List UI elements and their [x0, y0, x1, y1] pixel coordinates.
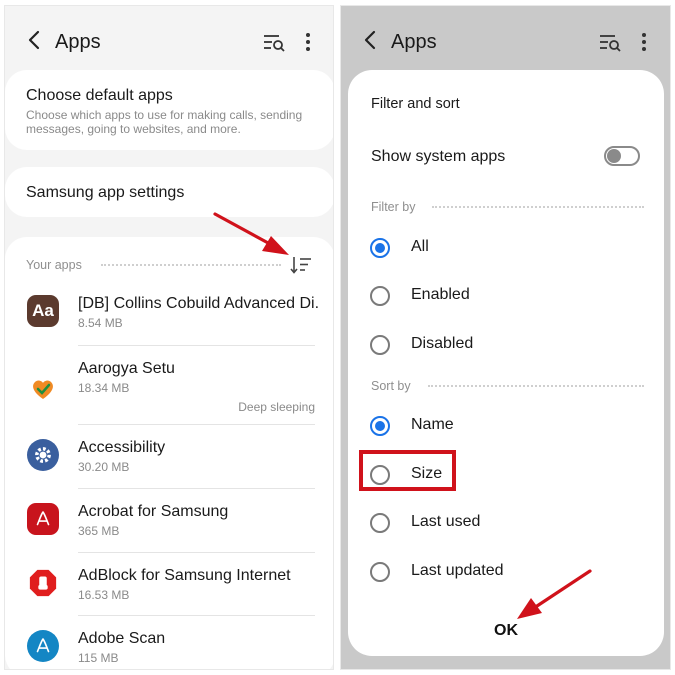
row-divider — [78, 615, 315, 616]
radio-unselected-icon — [370, 562, 390, 582]
list-item[interactable]: AdBlock for Samsung Internet 16.53 MB — [5, 567, 333, 629]
filter-option-disabled[interactable]: Disabled — [348, 325, 664, 365]
sort-option-label: Last used — [411, 513, 481, 530]
accessibility-gear-icon — [27, 439, 59, 471]
screenshot-frame: Apps Choose default apps Choose which ap… — [0, 0, 675, 675]
filter-sort-dialog: Filter and sort Show system apps Filter … — [348, 70, 664, 656]
adblock-hand-icon — [27, 567, 59, 599]
app-size: 16.53 MB — [78, 588, 130, 602]
radio-unselected-icon — [370, 286, 390, 306]
default-apps-subtitle: Choose which apps to use for making call… — [26, 108, 303, 136]
radio-selected-icon — [370, 416, 390, 436]
app-size: 365 MB — [78, 524, 120, 538]
sort-option-last-used[interactable]: Last used — [348, 503, 664, 543]
back-arrow-icon[interactable] — [359, 28, 383, 52]
highlight-box — [359, 450, 456, 491]
row-divider — [78, 552, 315, 553]
page-title: Apps — [55, 31, 101, 53]
app-name: [DB] Collins Cobuild Advanced Di... — [78, 295, 320, 312]
sort-option-label: Last updated — [411, 562, 504, 579]
list-item[interactable]: Aarogya Setu 18.34 MB Deep sleeping — [5, 360, 333, 422]
app-size: 115 MB — [78, 651, 119, 665]
toggle-knob — [607, 149, 621, 163]
app-name: AdBlock for Samsung Internet — [78, 567, 291, 584]
list-item[interactable]: Accessibility 30.20 MB — [5, 439, 333, 501]
row-divider — [78, 345, 315, 346]
filter-option-enabled[interactable]: Enabled — [348, 276, 664, 316]
samsung-app-settings-card[interactable]: Samsung app settings — [5, 167, 333, 217]
filter-option-label: All — [411, 238, 429, 255]
filter-by-label: Filter by — [371, 200, 416, 214]
ok-button[interactable]: OK — [478, 622, 534, 648]
list-item[interactable]: Aa [DB] Collins Cobuild Advanced Di... 8… — [5, 295, 333, 357]
adobe-scan-icon — [27, 630, 59, 662]
app-name: Adobe Scan — [78, 630, 166, 647]
sort-icon[interactable] — [290, 255, 312, 275]
app-size: 18.34 MB — [78, 381, 130, 395]
radio-unselected-icon — [370, 335, 390, 355]
section-divider — [432, 206, 644, 208]
app-status: Deep sleeping — [238, 400, 315, 414]
row-divider — [78, 424, 315, 425]
filter-search-icon[interactable] — [263, 31, 285, 53]
app-size: 30.20 MB — [78, 460, 130, 474]
radio-selected-icon — [370, 238, 390, 258]
show-system-apps-toggle[interactable] — [604, 146, 640, 166]
more-vertical-icon[interactable] — [637, 30, 651, 54]
list-item[interactable]: Adobe Scan 115 MB — [5, 630, 333, 669]
section-divider — [101, 264, 281, 266]
filter-option-all[interactable]: All — [348, 228, 664, 268]
row-divider — [78, 488, 315, 489]
aarogya-setu-heart-icon — [27, 372, 59, 404]
default-apps-title: Choose default apps — [26, 87, 173, 104]
app-size: 8.54 MB — [78, 316, 123, 330]
app-name: Aarogya Setu — [78, 360, 175, 377]
radio-unselected-icon — [370, 513, 390, 533]
collins-dictionary-icon: Aa — [27, 295, 59, 327]
section-divider — [428, 385, 644, 387]
filter-option-label: Disabled — [411, 335, 474, 352]
list-item[interactable]: Acrobat for Samsung 365 MB — [5, 503, 333, 565]
sort-option-name[interactable]: Name — [348, 406, 664, 446]
sort-option-label: Name — [411, 416, 454, 433]
back-arrow-icon[interactable] — [23, 28, 47, 52]
page-title: Apps — [391, 31, 437, 53]
default-apps-card[interactable]: Choose default apps Choose which apps to… — [5, 70, 333, 150]
top-app-bar: Apps — [5, 6, 333, 72]
filter-search-icon[interactable] — [599, 31, 621, 53]
sort-option-last-updated[interactable]: Last updated — [348, 552, 664, 592]
dialog-title: Filter and sort — [371, 96, 460, 112]
your-apps-label: Your apps — [26, 258, 82, 272]
app-name: Acrobat for Samsung — [78, 503, 229, 520]
acrobat-icon — [27, 503, 59, 535]
samsung-app-settings-title: Samsung app settings — [26, 184, 185, 201]
apps-list-screen: Apps Choose default apps Choose which ap… — [4, 5, 334, 670]
icon-glyph-text: Aa — [32, 301, 54, 320]
app-name: Accessibility — [78, 439, 166, 456]
sort-by-label: Sort by — [371, 379, 411, 393]
show-system-apps-label: Show system apps — [371, 148, 506, 165]
filter-sort-screen: Apps Filter and sort Show system apps Fi… — [340, 5, 671, 670]
filter-option-label: Enabled — [411, 286, 470, 303]
more-vertical-icon[interactable] — [301, 30, 315, 54]
top-app-bar: Apps — [341, 6, 670, 72]
